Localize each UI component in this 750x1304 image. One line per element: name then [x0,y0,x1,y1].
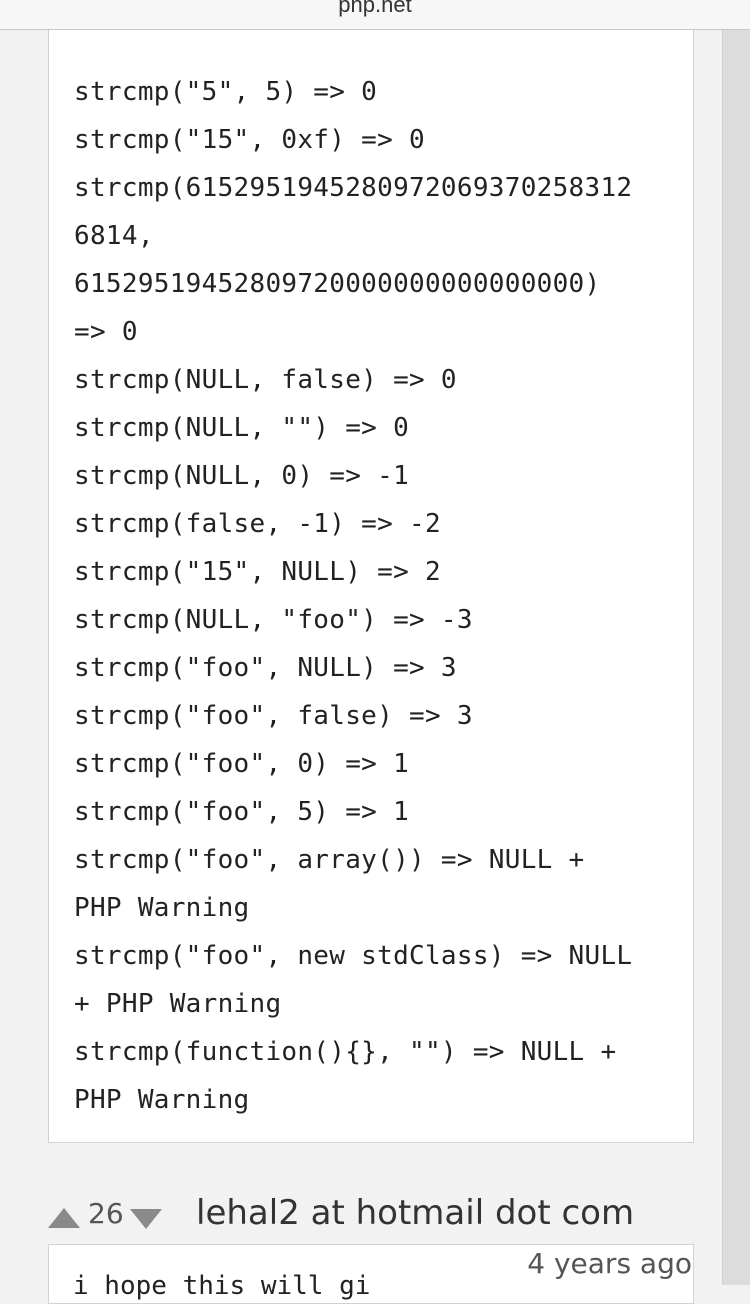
code-example-card: strcmp("5", 5) => 0 strcmp("15", 0xf) =>… [48,30,694,1143]
code-line: strcmp(615295194528097206937025831​2 [74,173,633,203]
code-line: strcmp("foo", NULL) => 3 [74,653,457,683]
code-line: 6814, [74,221,154,251]
code-line: strcmp(NULL, "foo") => -3 [74,605,473,635]
vote-down-icon[interactable] [130,1209,162,1229]
code-line: strcmp("foo", false) => 3 [74,701,473,731]
code-line: strcmp("foo", new stdClass) => NULL [74,941,633,971]
user-note-header: 26 lehal2 at hotmail dot com [48,1193,708,1241]
code-line: strcmp("5", 5) => 0 [74,77,378,107]
note-text-preview: i hope this will gi [73,1271,371,1301]
code-line: PHP Warning [74,893,250,923]
code-line: strcmp("foo", array()) => NULL + [74,845,585,875]
code-line: 61529519452809720000000000000000) [74,269,601,299]
code-line: => 0 [74,317,138,347]
vote-count: 26 [88,1197,124,1230]
vote-up-icon[interactable] [48,1208,80,1228]
page-side-gutter [722,30,750,1285]
code-line: strcmp(NULL, 0) => -1 [74,461,410,491]
code-line: PHP Warning [74,1085,250,1115]
code-line: strcmp(NULL, "") => 0 [74,413,410,443]
domain-label: php.net [338,0,412,17]
code-line: strcmp("foo", 0) => 1 [74,749,410,779]
code-line: strcmp(false, -1) => -2 [74,509,441,539]
code-block: strcmp("5", 5) => 0 strcmp("15", 0xf) =>… [74,68,632,1124]
note-author-link[interactable]: lehal2 at hotmail dot com [196,1193,634,1233]
note-timestamp: 4 years ago [527,1247,692,1280]
code-line: + PHP Warning [74,989,282,1019]
code-line: strcmp(NULL, false) => 0 [74,365,457,395]
next-note-card: i hope this will gi 4 years ago [48,1244,694,1304]
browser-address-bar[interactable]: php.net [0,0,750,30]
code-line: strcmp("15", 0xf) => 0 [74,125,425,155]
code-line: strcmp(function(){}, "") => NULL + [74,1037,617,1067]
code-line: strcmp("15", NULL) => 2 [74,557,441,587]
code-line: strcmp("foo", 5) => 1 [74,797,410,827]
